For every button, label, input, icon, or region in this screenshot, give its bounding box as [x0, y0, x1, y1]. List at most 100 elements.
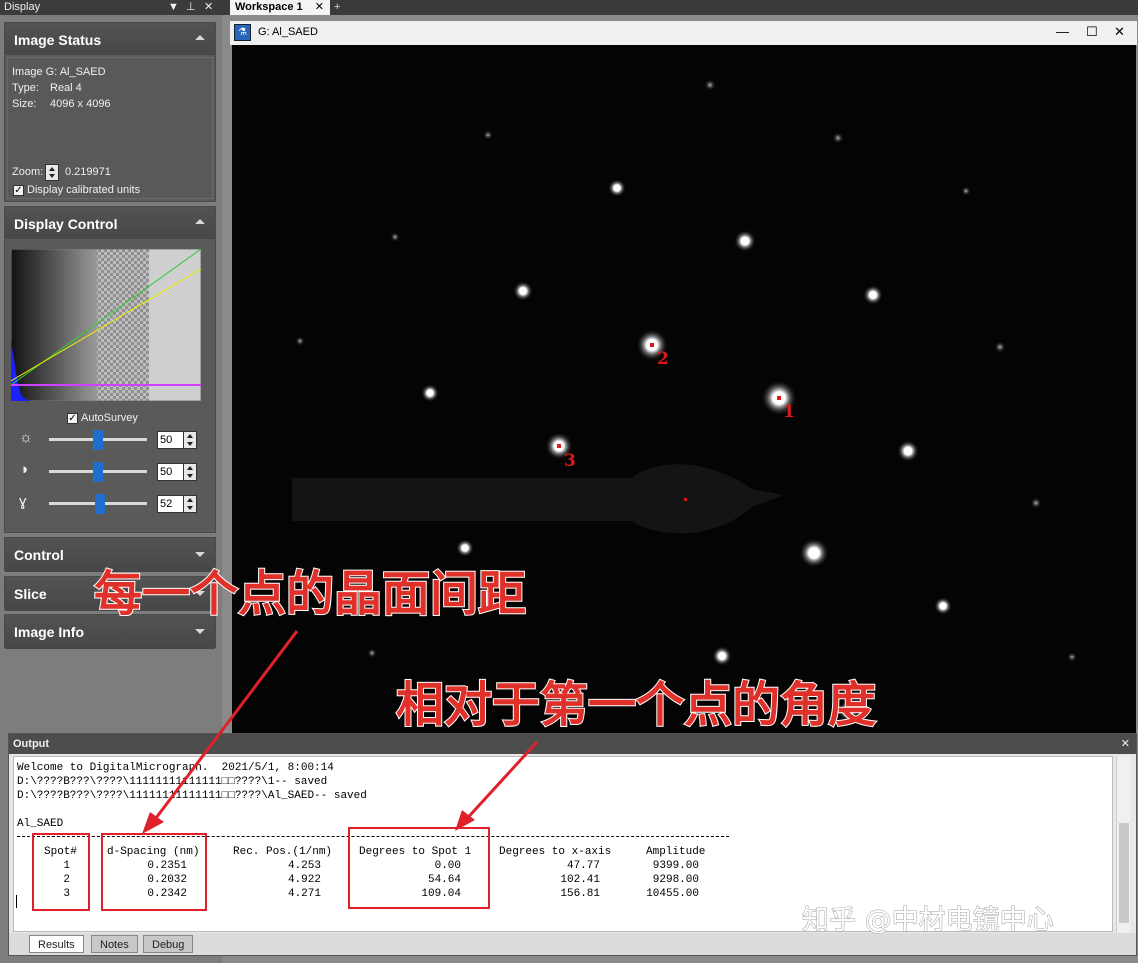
calibrated-units-checkbox[interactable]: ✓	[13, 185, 24, 196]
collapse-arrow-icon[interactable]	[195, 219, 205, 224]
center-marker	[684, 498, 687, 501]
contrast-icon: ◑	[19, 461, 29, 478]
diffraction-spot	[704, 79, 716, 91]
workspace-tab-bar	[222, 0, 1138, 15]
type-label: Type:	[12, 82, 39, 94]
col-header-rec-pos: Rec. Pos.(1/nm)	[233, 846, 333, 858]
col-header-amplitude: Amplitude	[646, 846, 706, 858]
table-cell: 4.253	[287, 860, 321, 872]
panel-close-icon[interactable]: ✕	[204, 0, 213, 15]
table-cell: 9298.00	[652, 874, 699, 886]
slider-stepper[interactable]	[183, 431, 197, 449]
control-title: Control	[14, 547, 64, 563]
table-cell: 47.77	[566, 860, 600, 872]
diffraction-spot	[934, 597, 952, 615]
slider-stepper[interactable]	[183, 495, 197, 513]
beam-stopper	[292, 464, 784, 534]
image-status-body: Image G: Al_SAED Type: Real 4 Size: 4096…	[7, 57, 213, 199]
gamma-icon: ɣ	[19, 493, 27, 510]
annotation-box-d-spacing	[101, 833, 207, 911]
saed-image[interactable]: 1 2 3	[232, 45, 1136, 733]
output-title: Output	[13, 738, 50, 750]
size-label: Size:	[12, 98, 37, 110]
diffraction-spot	[1067, 652, 1077, 662]
spot-2-marker	[650, 343, 654, 347]
display-control-body: ✓ AutoSurvey ☼ 50 ◑ 50 ɣ 52	[7, 241, 213, 530]
annotation-box-spot	[32, 833, 90, 911]
diffraction-spot	[367, 648, 377, 658]
expand-arrow-icon[interactable]	[195, 629, 205, 634]
slider-stepper[interactable]	[183, 463, 197, 481]
panel-menu-icon[interactable]: ▼	[168, 0, 179, 15]
image-status-header[interactable]: Image Status	[5, 23, 215, 55]
diffraction-spot	[295, 336, 305, 346]
maximize-icon[interactable]: ☐	[1086, 24, 1098, 40]
spot-label-3: 3	[564, 451, 576, 471]
diffraction-spot	[712, 646, 732, 666]
annotation-box-degrees	[348, 827, 490, 909]
annotation-d-spacing: 每一个点的晶面间距	[93, 565, 527, 623]
minimize-icon[interactable]: —	[1056, 24, 1069, 39]
image-document-icon: ⚗	[234, 24, 251, 41]
spot-1-marker	[777, 396, 781, 400]
diffraction-spot	[863, 285, 883, 305]
tab-close-icon[interactable]: ✕	[315, 0, 324, 15]
table-cell: 156.81	[560, 888, 600, 900]
annotation-angle: 相对于第一个点的角度	[395, 676, 877, 734]
spot-label-1: 1	[783, 402, 795, 422]
tab-notes[interactable]: Notes	[91, 935, 138, 953]
watermark-text: 知乎 @中材电镜中心	[802, 905, 1055, 937]
diffraction-spot	[832, 132, 844, 144]
panel-pin-icon[interactable]: ⊥	[186, 0, 196, 15]
slider-thumb[interactable]	[93, 430, 103, 450]
table-cell: 4.271	[287, 888, 321, 900]
zoom-stepper[interactable]	[45, 164, 59, 181]
output-close-icon[interactable]: ✕	[1121, 734, 1130, 754]
brightness-icon: ☼	[19, 429, 33, 446]
scrollbar-thumb[interactable]	[1119, 823, 1129, 923]
output-line: D:\????B???\????\11111111111111□□????\1-…	[17, 776, 328, 788]
display-control-section: Display Control ✓ AutoSurvey ☼ 50 ◑ 50 ɣ…	[4, 206, 216, 533]
table-cell: 102.41	[560, 874, 600, 886]
calibrated-units-label: Display calibrated units	[27, 184, 141, 196]
collapse-arrow-icon[interactable]	[195, 35, 205, 40]
add-tab-icon[interactable]: +	[334, 0, 340, 15]
diffraction-spot	[608, 179, 626, 197]
tab-workspace-1[interactable]: Workspace 1 ✕	[230, 0, 330, 15]
diffraction-spot	[961, 186, 971, 196]
table-cell: 9399.00	[652, 860, 699, 872]
col-header-deg-xaxis: Degrees to x-axis	[499, 846, 612, 858]
table-cell: 10455.00	[646, 888, 699, 900]
image-status-section: Image Status Image G: Al_SAED Type: Real…	[4, 22, 216, 202]
autosurvey-label: AutoSurvey	[81, 412, 138, 424]
tab-results[interactable]: Results	[29, 935, 84, 953]
diffraction-spot	[897, 440, 919, 462]
output-vertical-scrollbar[interactable]	[1116, 757, 1130, 933]
size-value: 4096 x 4096	[50, 98, 111, 110]
diffraction-spot	[1030, 497, 1042, 509]
image-window-title: G: Al_SAED	[258, 26, 318, 38]
type-value: Real 4	[50, 82, 82, 94]
diffraction-spot	[994, 341, 1006, 353]
image-name: Image G: Al_SAED	[12, 66, 106, 78]
output-titlebar[interactable]: Output ✕	[9, 734, 1136, 754]
zoom-label: Zoom:	[12, 166, 44, 178]
output-line: Welcome to DigitalMicrograph. 2021/5/1, …	[17, 762, 334, 774]
autosurvey-checkbox[interactable]: ✓	[67, 413, 78, 424]
diffraction-spot	[390, 232, 400, 242]
spot-label-2: 2	[657, 349, 669, 369]
tab-debug[interactable]: Debug	[143, 935, 194, 953]
table-cell: 4.922	[287, 874, 321, 886]
image-window-titlebar[interactable]: ⚗ G: Al_SAED — ☐ ✕	[230, 21, 1137, 45]
image-info-title: Image Info	[14, 624, 85, 640]
slider-thumb[interactable]	[94, 494, 105, 514]
output-line: Al_SAED	[17, 818, 64, 830]
slider-thumb[interactable]	[93, 462, 103, 482]
zoom-value: 0.219971	[65, 166, 111, 178]
diffraction-spot	[513, 281, 533, 301]
text-cursor	[16, 895, 17, 908]
display-control-header[interactable]: Display Control	[5, 207, 215, 239]
window-close-icon[interactable]: ✕	[1114, 24, 1125, 40]
diffraction-pattern[interactable]: 1 2 3	[232, 45, 1136, 733]
histogram-plot[interactable]	[11, 249, 201, 401]
